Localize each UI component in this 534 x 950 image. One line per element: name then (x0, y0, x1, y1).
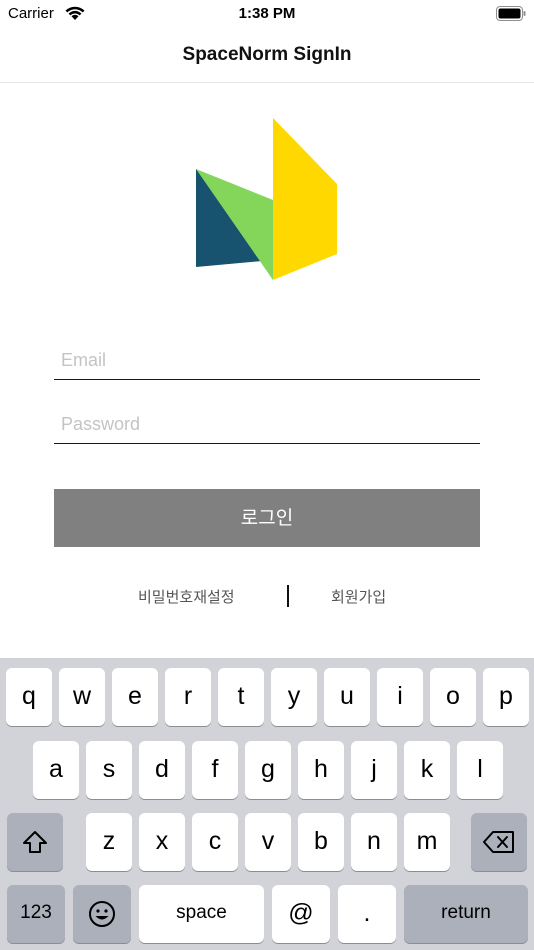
key-u[interactable]: u (324, 668, 370, 726)
at-key[interactable]: @ (272, 885, 330, 943)
keyboard: qwertyuiop asdfghjkl zxcvbnm 123 space @… (0, 658, 534, 950)
emoji-key[interactable] (73, 885, 131, 943)
key-y[interactable]: y (271, 668, 317, 726)
battery-icon (496, 6, 526, 21)
key-l[interactable]: l (457, 741, 503, 799)
key-m[interactable]: m (404, 813, 450, 871)
key-v[interactable]: v (245, 813, 291, 871)
key-s[interactable]: s (86, 741, 132, 799)
delete-key[interactable] (471, 813, 527, 871)
key-d[interactable]: d (139, 741, 185, 799)
key-f[interactable]: f (192, 741, 238, 799)
key-z[interactable]: z (86, 813, 132, 871)
key-c[interactable]: c (192, 813, 238, 871)
shift-key[interactable] (7, 813, 63, 871)
shift-icon (23, 831, 47, 853)
login-button[interactable]: 로그인 (54, 489, 480, 547)
key-n[interactable]: n (351, 813, 397, 871)
return-key[interactable]: return (404, 885, 528, 943)
key-j[interactable]: j (351, 741, 397, 799)
password-input[interactable] (61, 414, 471, 435)
status-bar: Carrier 1:38 PM (0, 0, 534, 28)
signup-link[interactable]: 회원가입 (331, 586, 386, 607)
key-a[interactable]: a (33, 741, 79, 799)
key-b[interactable]: b (298, 813, 344, 871)
delete-icon (483, 831, 514, 853)
page-title: SpaceNorm SignIn (182, 44, 352, 65)
link-divider (287, 585, 289, 607)
key-i[interactable]: i (377, 668, 423, 726)
key-o[interactable]: o (430, 668, 476, 726)
navigation-bar: SpaceNorm SignIn (0, 28, 534, 83)
password-field-container (54, 394, 480, 444)
key-w[interactable]: w (59, 668, 105, 726)
key-h[interactable]: h (298, 741, 344, 799)
dot-key[interactable]: . (338, 885, 396, 943)
key-g[interactable]: g (245, 741, 291, 799)
numbers-key[interactable]: 123 (7, 885, 65, 943)
email-input[interactable] (61, 350, 471, 371)
email-field-container (54, 330, 480, 380)
reset-password-link[interactable]: 비밀번호재설정 (138, 586, 235, 607)
clock: 1:38 PM (238, 5, 296, 22)
key-x[interactable]: x (139, 813, 185, 871)
key-e[interactable]: e (112, 668, 158, 726)
space-key[interactable]: space (139, 885, 264, 943)
spacenorm-logo-icon (196, 118, 337, 280)
key-r[interactable]: r (165, 668, 211, 726)
key-k[interactable]: k (404, 741, 450, 799)
key-q[interactable]: q (6, 668, 52, 726)
key-t[interactable]: t (218, 668, 264, 726)
logo-yellow-shape (273, 118, 337, 280)
key-p[interactable]: p (483, 668, 529, 726)
emoji-icon (89, 901, 115, 927)
